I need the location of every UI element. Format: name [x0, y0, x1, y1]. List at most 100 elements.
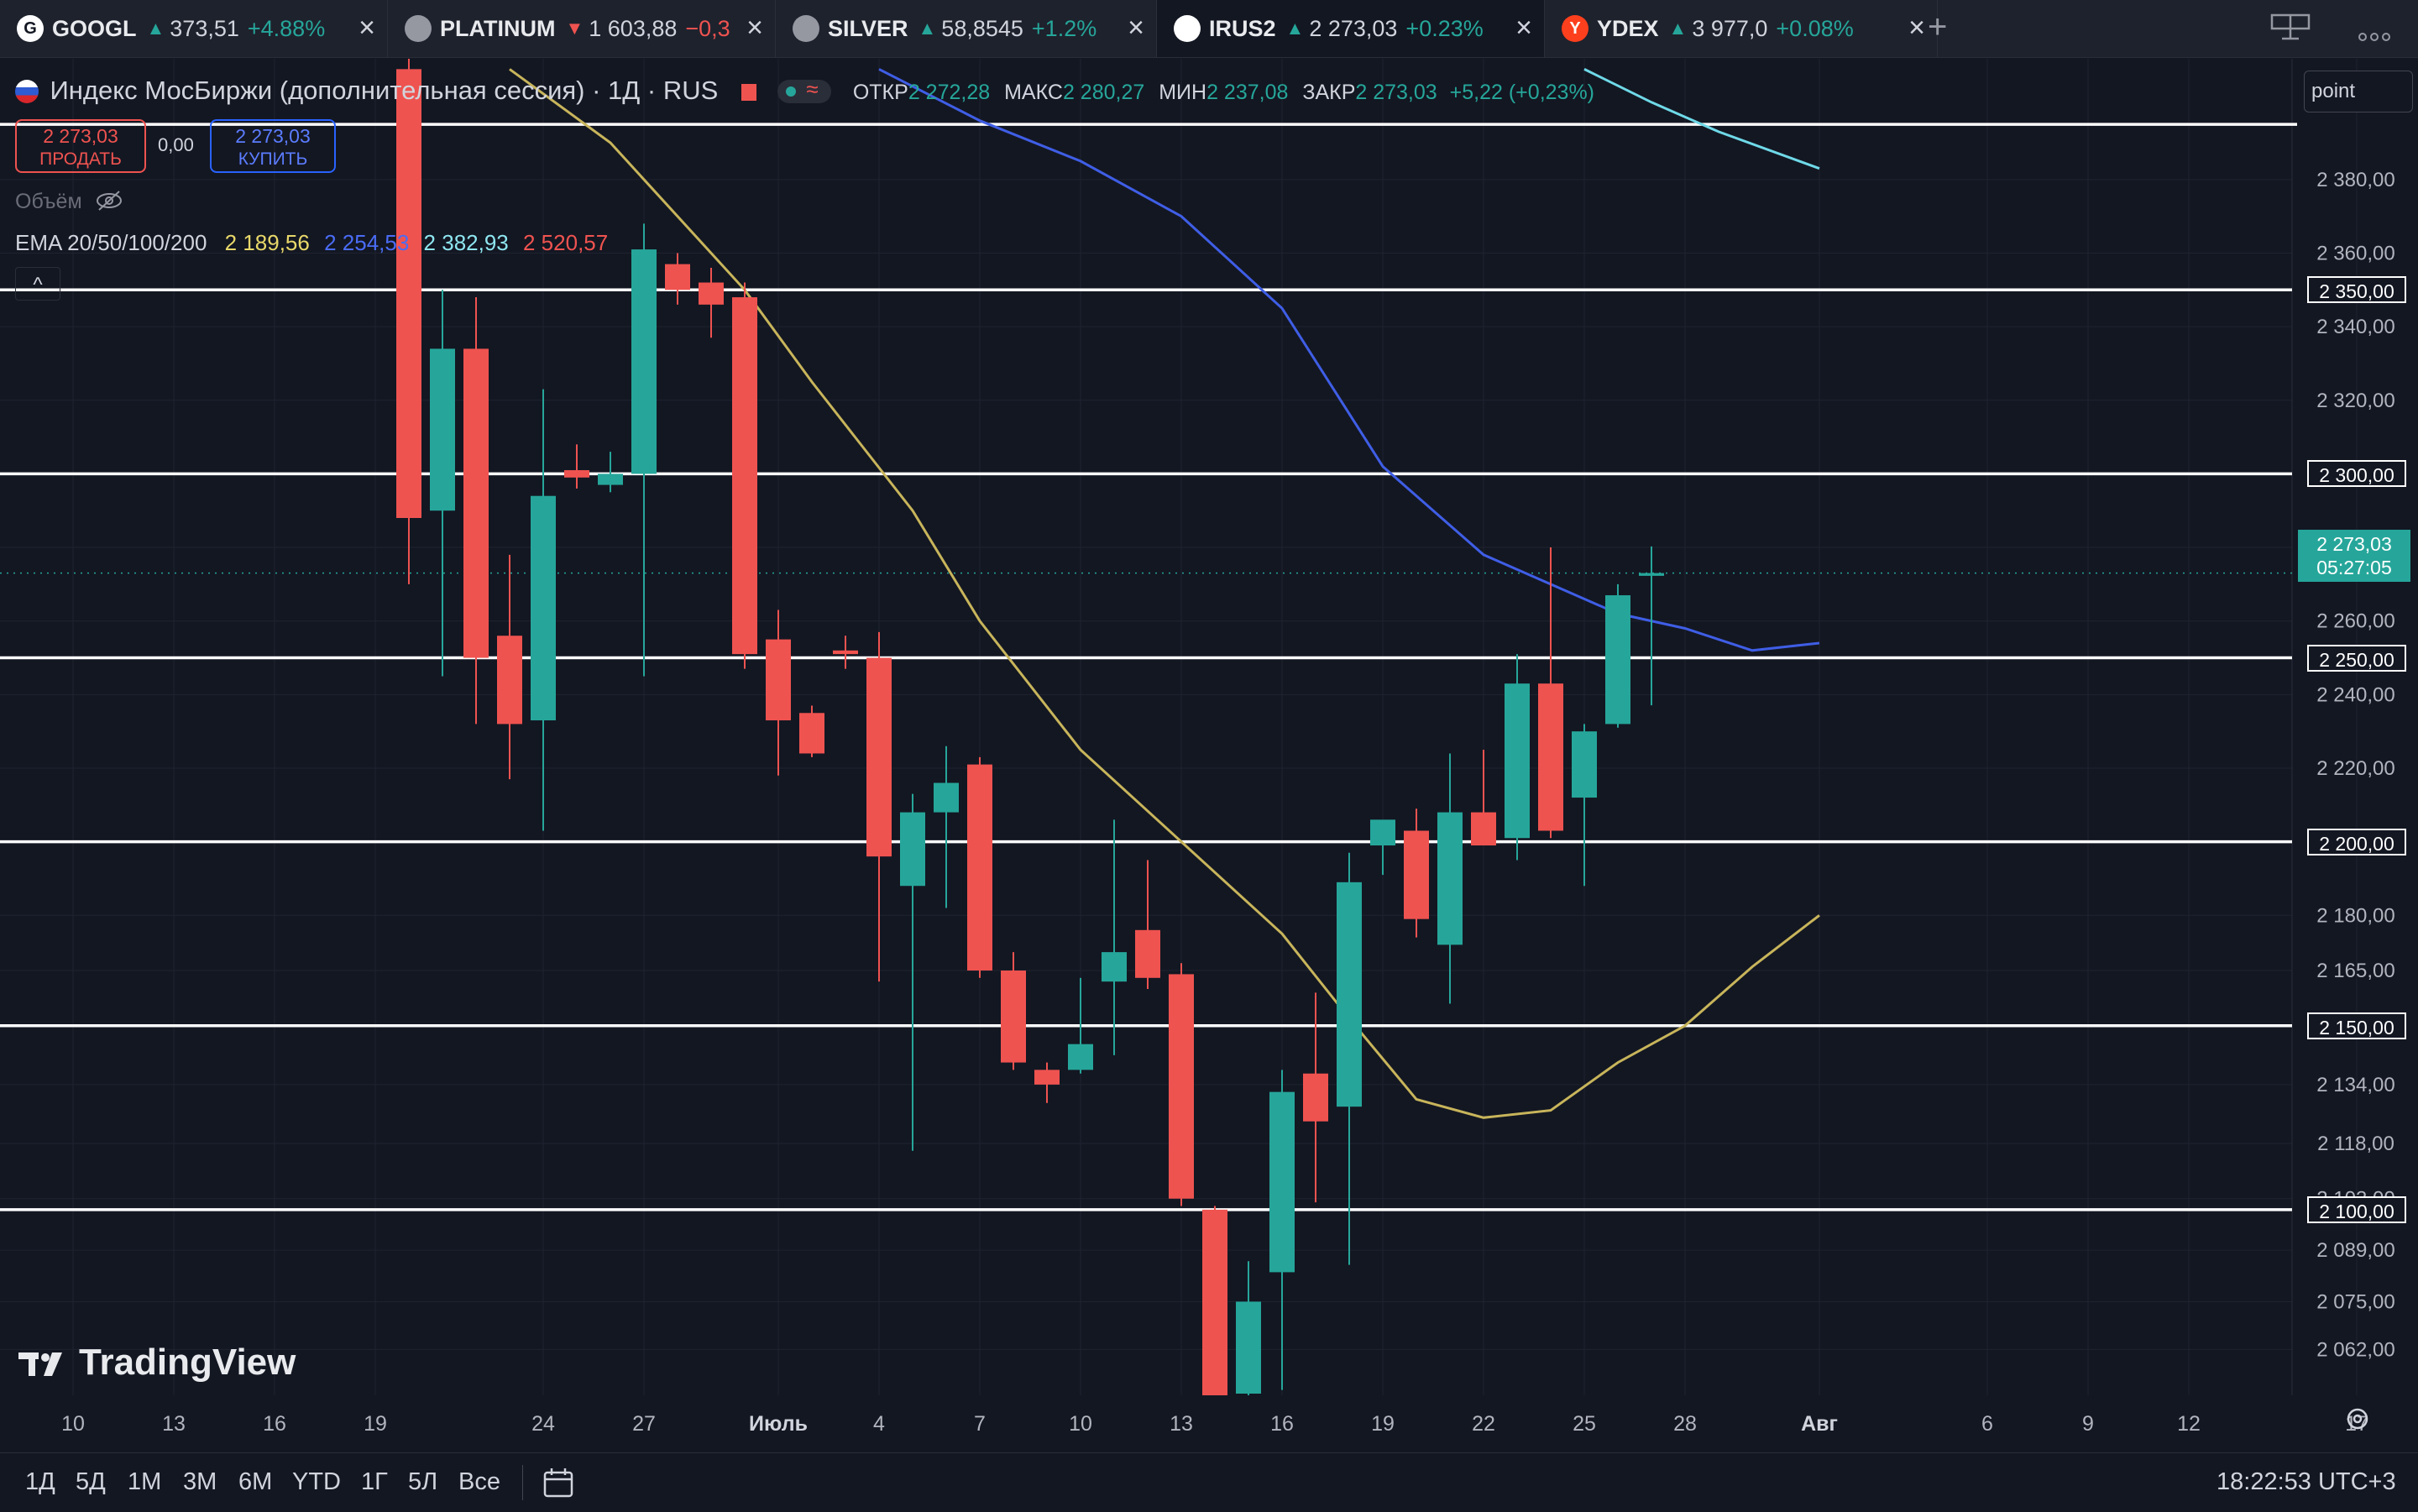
calendar-icon[interactable] — [542, 1467, 574, 1503]
candle[interactable] — [531, 389, 556, 831]
timeframe-button[interactable]: 1Г — [361, 1468, 388, 1496]
candle[interactable] — [463, 297, 489, 725]
last-price-label: 2 273,03 05:27:05 — [2298, 530, 2410, 582]
symbol-search-input[interactable]: point — [2304, 71, 2413, 112]
price-level-label[interactable]: 2 100,00 — [2307, 1195, 2406, 1223]
candle[interactable] — [1001, 952, 1026, 1070]
timeframe-button[interactable]: 5Л — [408, 1468, 437, 1496]
candle[interactable] — [900, 793, 925, 1151]
time-tick-label: Июль — [749, 1412, 808, 1436]
candle[interactable] — [699, 268, 724, 338]
candle[interactable] — [1269, 1070, 1295, 1390]
candle[interactable] — [1370, 819, 1395, 876]
candle-body — [1471, 812, 1496, 846]
collapse-legend-button[interactable]: ^ — [15, 267, 60, 301]
candle[interactable] — [1639, 546, 1664, 706]
candle[interactable] — [934, 746, 959, 908]
price-level-label[interactable]: 2 200,00 — [2307, 828, 2406, 855]
candle[interactable] — [1605, 583, 1630, 728]
timeframe-button[interactable]: 6М — [238, 1468, 272, 1496]
candle[interactable] — [1202, 1206, 1227, 1452]
candle[interactable] — [1135, 860, 1160, 989]
candle[interactable] — [1404, 808, 1429, 938]
price-level-label[interactable]: 2 350,00 — [2307, 276, 2406, 304]
candle[interactable] — [564, 444, 589, 489]
buy-button[interactable]: 2 273,03 КУПИТЬ — [210, 119, 336, 173]
candle[interactable] — [967, 756, 992, 978]
candle[interactable] — [1437, 753, 1463, 1004]
candle[interactable] — [598, 452, 623, 493]
chart-settings-gear-icon[interactable] — [2344, 1405, 2371, 1432]
close-icon[interactable]: × — [353, 13, 375, 42]
candle[interactable] — [1538, 547, 1563, 839]
candle-body — [1370, 819, 1395, 846]
candle[interactable] — [1034, 1062, 1060, 1103]
candle[interactable] — [1572, 724, 1597, 887]
timeframe-button[interactable]: 1М — [128, 1468, 161, 1496]
volume-legend[interactable]: Объём — [15, 190, 123, 217]
close-icon[interactable]: × — [1510, 13, 1532, 42]
candle[interactable] — [866, 631, 892, 982]
candle[interactable] — [1236, 1261, 1261, 1451]
candle[interactable] — [497, 554, 522, 780]
watermark-text: TradingView — [79, 1342, 296, 1383]
tab-googl[interactable]: G GOOGL ▲ 373,51 +4.88% × — [0, 0, 388, 57]
candle-body — [934, 782, 959, 813]
timeframe-button[interactable]: 1Д — [25, 1468, 55, 1496]
candles[interactable] — [396, 59, 1664, 1451]
candle-body — [833, 650, 858, 655]
price-level-label[interactable]: 2 250,00 — [2307, 644, 2406, 672]
candle[interactable] — [430, 290, 455, 677]
layout-icon[interactable] — [2270, 12, 2311, 50]
candle[interactable] — [1169, 963, 1194, 1206]
tab-platinum[interactable]: PLATINUM ▼ 1 603,88 −0,3 × — [388, 0, 776, 57]
timeframe-button[interactable]: Все — [458, 1468, 500, 1496]
candle[interactable] — [1102, 819, 1127, 1055]
tab-silver[interactable]: SILVER ▲ 58,8545 +1.2% × — [776, 0, 1157, 57]
price-chart[interactable]: 2 062,002 075,002 089,002 103,002 118,00… — [0, 59, 2418, 1451]
candle[interactable] — [631, 223, 657, 677]
timeframe-button[interactable]: 5Д — [76, 1468, 106, 1496]
time-tick-label: 19 — [364, 1412, 387, 1436]
candle[interactable] — [1303, 992, 1328, 1203]
clock[interactable]: 18:22:53 UTC+3 — [2216, 1468, 2396, 1496]
candle[interactable] — [1505, 654, 1530, 861]
time-axis[interactable]: 10 13 16 19 24 27 Июль 4 7 10 13 16 19 22 25 28 Авг 6 9 12 1… — [61, 1412, 2418, 1436]
ema-legend[interactable]: EMA 20/50/100/200 2 189,56 2 254,53 2 38… — [15, 230, 608, 256]
close-icon[interactable]: × — [1123, 13, 1144, 42]
price-level-label[interactable]: 2 300,00 — [2307, 460, 2406, 488]
candle[interactable] — [665, 253, 690, 305]
flag-marker-icon[interactable] — [741, 84, 756, 101]
candle-body — [1102, 952, 1127, 982]
eye-hidden-icon[interactable] — [95, 190, 123, 217]
candle[interactable] — [732, 282, 757, 669]
candle[interactable] — [1471, 750, 1496, 846]
close-label: ЗАКР — [1302, 81, 1356, 104]
tab-change: +0.23% — [1405, 15, 1484, 41]
close-icon[interactable]: × — [1903, 13, 1925, 42]
timeframe-button[interactable]: YTD — [292, 1468, 341, 1496]
arrow-down-icon: ▼ — [565, 18, 584, 39]
price-tick-label: 2 165,00 — [2316, 960, 2394, 982]
tab-ydex[interactable]: Y YDEX ▲ 3 977,0 +0.08% × — [1545, 0, 1938, 57]
price-level-label[interactable]: 2 150,00 — [2307, 1012, 2406, 1039]
add-tab-button[interactable]: + — [1928, 8, 1947, 46]
close-icon[interactable]: × — [741, 13, 763, 42]
price-axis[interactable]: 2 062,002 075,002 089,002 103,002 118,00… — [2316, 169, 2394, 1362]
sell-button[interactable]: 2 273,03 ПРОДАТЬ — [15, 119, 146, 173]
candle[interactable] — [396, 59, 421, 584]
horizontal-levels[interactable] — [0, 123, 2297, 1211]
more-options-icon[interactable] — [2358, 18, 2391, 51]
candle[interactable] — [1337, 852, 1362, 1265]
candle-body — [665, 264, 690, 290]
candle[interactable] — [766, 610, 791, 776]
market-status-icon[interactable]: ≈ — [777, 76, 832, 103]
candle[interactable] — [799, 705, 824, 757]
price-tick-label: 2 118,00 — [2317, 1133, 2394, 1155]
bar-countdown: 05:27:05 — [2316, 557, 2392, 578]
timeframe-button[interactable]: 3М — [183, 1468, 217, 1496]
candle[interactable] — [833, 636, 858, 669]
tab-irus2[interactable]: IRUS2 ▲ 2 273,03 +0.23% × — [1157, 0, 1545, 57]
chart-title[interactable]: Индекс МосБиржи (дополнительная сессия) … — [50, 76, 719, 105]
arrow-up-icon: ▲ — [146, 18, 165, 39]
